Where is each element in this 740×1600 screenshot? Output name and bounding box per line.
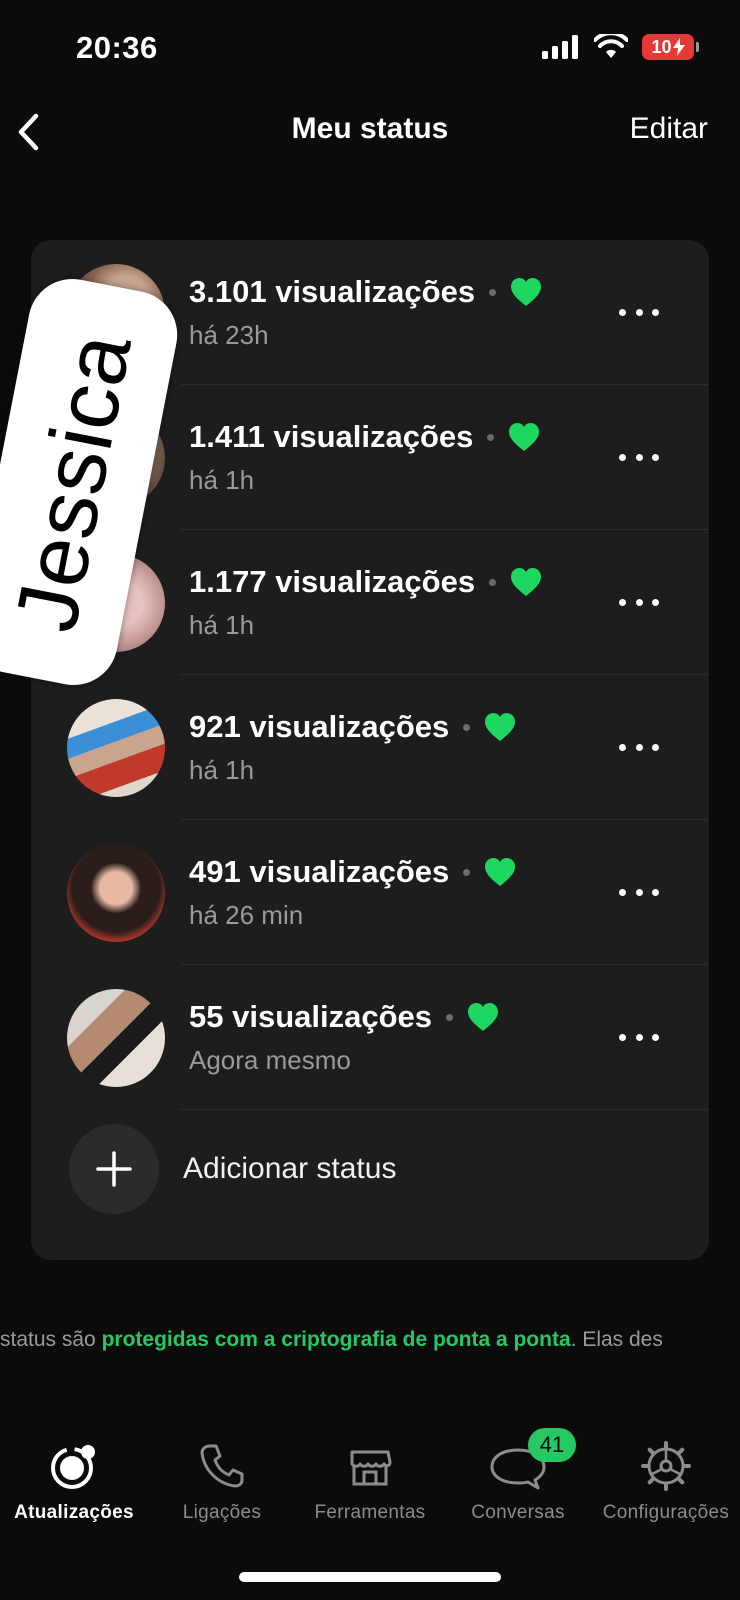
status-thumbnail[interactable] <box>67 989 165 1087</box>
separator-dot <box>487 433 495 441</box>
unread-badge: 41 <box>528 1428 576 1462</box>
gear-icon <box>641 1441 691 1491</box>
status-views: 3.101 visualizações <box>189 274 542 310</box>
edit-button[interactable]: Editar <box>630 112 708 146</box>
tab-tools[interactable]: Ferramentas <box>296 1440 444 1540</box>
status-time: há 23h <box>189 320 269 350</box>
more-options-button[interactable] <box>619 729 659 765</box>
status-time: há 26 min <box>189 900 304 930</box>
status-thumbnail[interactable] <box>67 844 165 942</box>
wifi-icon <box>594 34 628 58</box>
add-status-button[interactable]: Adicionar status <box>31 1110 709 1240</box>
tab-label: Conversas <box>471 1502 565 1523</box>
separator-dot <box>489 578 497 586</box>
plus-icon <box>96 1151 132 1187</box>
status-row[interactable]: 55 visualizações Agora mesmo <box>31 965 709 1110</box>
tab-label: Ferramentas <box>314 1502 426 1523</box>
screen: 20:36 10 Meu status Editar 3.101 visuali… <box>0 0 740 1600</box>
tab-bar: Atualizações Ligações Ferramentas 41 Con… <box>0 1428 740 1540</box>
views-count: 491 visualizações <box>189 854 450 889</box>
separator-dot <box>446 1013 453 1021</box>
status-views: 1.411 visualizações <box>189 419 540 455</box>
status-thumbnail[interactable] <box>67 699 165 797</box>
note-prefix: status são <box>0 1328 102 1351</box>
tab-updates[interactable]: Atualizações <box>0 1440 148 1540</box>
tab-chats[interactable]: 41 Conversas <box>444 1428 592 1540</box>
tab-label: Configurações <box>602 1502 730 1523</box>
views-count: 921 visualizações <box>189 709 450 744</box>
encryption-link[interactable]: protegidas com a criptografia de ponta a… <box>102 1328 571 1351</box>
status-time: há 1h <box>189 755 255 785</box>
status-views: 55 visualizações <box>189 999 499 1035</box>
updates-icon <box>51 1445 95 1489</box>
status-views: 491 visualizações <box>189 854 516 890</box>
phone-icon <box>200 1444 244 1488</box>
more-options-button[interactable] <box>619 874 659 910</box>
heart-icon <box>485 713 516 741</box>
status-row[interactable]: 491 visualizações há 26 min <box>31 820 709 965</box>
more-options-button[interactable] <box>619 1019 659 1055</box>
heart-icon <box>485 858 516 886</box>
more-options-button[interactable] <box>619 584 659 620</box>
more-options-button[interactable] <box>619 439 659 475</box>
status-bar: 20:36 10 <box>0 0 740 100</box>
nav-bar: Meu status Editar <box>0 100 740 164</box>
status-icons: 10 <box>542 34 699 60</box>
battery-icon: 10 <box>642 34 699 60</box>
chat-icon-wrapper: 41 <box>490 1428 576 1492</box>
chevron-left-icon <box>18 113 39 151</box>
status-time: há 1h <box>189 610 255 640</box>
separator-dot <box>489 288 497 296</box>
charging-bolt-icon <box>672 38 685 56</box>
store-icon <box>350 1450 392 1486</box>
heart-icon <box>468 1003 498 1031</box>
more-options-button[interactable] <box>619 294 659 330</box>
tab-label: Atualizações <box>14 1502 134 1523</box>
tab-settings[interactable]: Configurações <box>592 1440 740 1540</box>
clock: 20:36 <box>76 30 158 65</box>
views-count: 55 visualizações <box>189 999 432 1034</box>
signal-icon <box>542 35 578 59</box>
battery-level: 10 <box>651 36 672 57</box>
views-count: 3.101 visualizações <box>189 274 476 309</box>
views-count: 1.177 visualizações <box>189 564 476 599</box>
add-status-label: Adicionar status <box>183 1152 397 1185</box>
add-status-circle[interactable] <box>69 1124 159 1214</box>
status-views: 1.177 visualizações <box>189 564 542 600</box>
status-time: Agora mesmo <box>189 1045 351 1075</box>
note-suffix: . Elas des <box>570 1328 663 1351</box>
status-row[interactable]: 921 visualizações há 1h <box>31 675 709 820</box>
tab-label: Ligações <box>182 1502 262 1523</box>
heart-icon <box>511 568 542 596</box>
separator-dot <box>463 723 471 731</box>
tab-calls[interactable]: Ligações <box>148 1440 296 1540</box>
home-indicator[interactable] <box>239 1572 501 1582</box>
status-time: há 1h <box>189 465 255 495</box>
back-button[interactable] <box>16 108 56 156</box>
encryption-note: status são protegidas com a criptografia… <box>0 1324 740 1360</box>
heart-icon <box>509 423 540 451</box>
separator-dot <box>463 868 471 876</box>
views-count: 1.411 visualizações <box>189 419 474 454</box>
status-views: 921 visualizações <box>189 709 516 745</box>
heart-icon <box>511 278 542 306</box>
